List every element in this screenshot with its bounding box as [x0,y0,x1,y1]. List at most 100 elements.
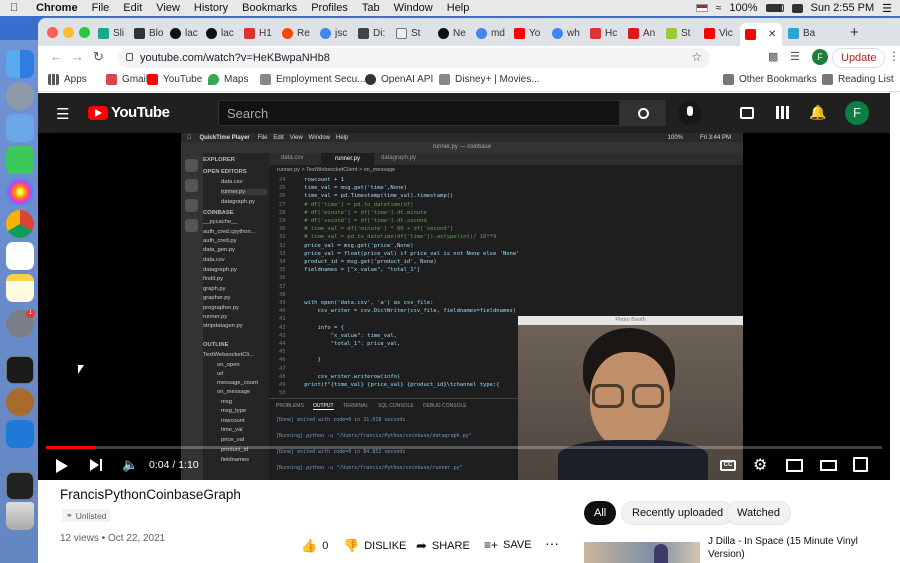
battery-percent[interactable]: 100% [729,2,757,14]
forward-icon[interactable]: → [71,49,84,64]
menu-bookmarks[interactable]: Bookmarks [242,2,297,14]
notes-icon[interactable] [6,274,34,302]
bookmark-reading-list[interactable]: Reading List [822,74,894,85]
menu-tab[interactable]: Tab [362,2,380,14]
notification-icon[interactable]: ☰ [882,2,892,15]
search-button[interactable] [620,100,666,126]
video-frame[interactable]:  QuickTime Player File Edit View Window… [181,133,743,480]
extensions-icon[interactable]: ▩ [768,50,778,63]
new-tab-button[interactable]: + [850,24,859,41]
notifications-bell-icon[interactable]: 🔔 [809,104,826,121]
like-button[interactable]: 👍 0 [301,538,328,554]
minimize-window-button[interactable] [63,27,74,38]
menu-file[interactable]: File [92,2,110,14]
flag-icon[interactable] [695,4,708,12]
tab-16[interactable]: St [666,23,698,44]
update-button[interactable]: Update [832,48,886,68]
tab-9[interactable]: St [396,23,428,44]
menu-view[interactable]: View [156,2,180,14]
control-center-icon[interactable] [791,3,803,13]
terminal-icon[interactable] [6,356,34,384]
tab-13[interactable]: wh [552,23,584,44]
menu-window[interactable]: Window [394,2,433,14]
address-bar[interactable]: youtube.com/watch?v=HeKBwpaNHb8 ☆ [118,48,710,68]
bookmark-apps[interactable]: Apps [48,74,87,85]
bookmark-employment[interactable]: Employment Secu... [260,74,365,85]
bookmark-other[interactable]: Other Bookmarks [723,74,817,85]
fullscreen-icon[interactable] [853,457,868,472]
video-player[interactable]:  QuickTime Player File Edit View Window… [38,133,890,480]
bookmark-openai[interactable]: OpenAI API [365,74,433,85]
microphone-icon[interactable] [678,101,702,125]
bookmark-youtube[interactable]: YouTube [147,74,202,85]
more-actions-button[interactable]: ··· [545,535,559,551]
finder-icon[interactable] [6,50,34,78]
tab-12[interactable]: Yo [514,23,546,44]
dislike-button[interactable]: 👎 DISLIKE [343,538,406,554]
bookmark-disney[interactable]: Disney+ | Movies... [439,74,540,85]
tab-1[interactable]: Sli [98,23,130,44]
menu-dots-icon[interactable]: ⋮ [888,49,900,63]
reload-icon[interactable]: ↻ [93,49,104,65]
reading-list-toolbar-icon[interactable]: ☰ [790,50,800,63]
miniplayer-icon[interactable] [786,459,803,472]
menu-profiles[interactable]: Profiles [311,2,348,14]
youtube-search-input[interactable]: Search [218,100,620,126]
volume-icon[interactable]: 🔈 [122,457,138,473]
tab-10[interactable]: Ne [438,23,470,44]
bookmark-maps[interactable]: Maps [208,74,248,85]
chrome-icon[interactable] [6,210,34,238]
apps-grid-icon[interactable] [776,106,789,119]
next-icon[interactable] [90,459,99,471]
menu-help[interactable]: Help [447,2,470,14]
tab-7[interactable]: jsc [320,23,352,44]
play-icon[interactable] [56,459,68,473]
recommended-title[interactable]: J Dilla - In Space (15 Minute Vinyl Vers… [708,535,868,561]
tab-5[interactable]: H1 [244,23,276,44]
reminders-icon[interactable] [6,242,34,270]
recommended-thumbnail[interactable] [584,542,700,563]
menu-history[interactable]: History [194,2,228,14]
photos-icon[interactable] [6,178,34,206]
tab-8[interactable]: Di: [358,23,390,44]
photo-booth-icon[interactable] [6,388,34,416]
tab-active-youtube[interactable]: ✕ [740,23,782,46]
tab-3[interactable]: lac [170,23,202,44]
close-window-button[interactable] [47,27,58,38]
launchpad-icon[interactable] [6,82,34,110]
captions-icon[interactable]: CC [720,460,736,471]
hamburger-icon[interactable]: ☰ [56,105,69,123]
back-icon[interactable]: ← [50,49,63,64]
chip-recently-uploaded[interactable]: Recently uploaded [621,501,735,525]
share-button[interactable]: ➦ SHARE [416,538,470,554]
tab-6[interactable]: Re [282,23,314,44]
facetime-icon[interactable] [6,146,34,174]
bookmark-gmail[interactable]: Gmail [106,74,148,85]
progress-bar[interactable] [46,446,882,449]
preview-icon[interactable] [6,114,34,142]
wifi-icon[interactable]: ≈ [716,3,722,14]
tab-14[interactable]: Hc [590,23,622,44]
account-avatar[interactable]: F [845,101,869,125]
tab-19[interactable]: Ba [788,23,820,44]
battery-icon[interactable] [765,4,784,12]
trash-icon[interactable] [6,502,34,530]
tab-2[interactable]: Blo [134,23,166,44]
screen-icon[interactable] [6,472,34,500]
apple-icon[interactable]:  [10,2,24,14]
clock[interactable]: Sun 2:55 PM [811,2,875,14]
tab-close-icon[interactable]: ✕ [768,29,776,40]
star-icon[interactable]: ☆ [691,50,702,64]
tab-15[interactable]: An [628,23,660,44]
settings-gear-icon[interactable]: ⚙ [753,455,767,475]
chip-watched[interactable]: Watched [726,501,792,525]
profile-avatar[interactable]: F [812,49,828,65]
theater-mode-icon[interactable] [820,460,837,471]
vscode-icon[interactable] [6,420,34,448]
tab-11[interactable]: md [476,23,508,44]
menu-app-name[interactable]: Chrome [36,2,78,14]
tab-17[interactable]: Vic [704,23,736,44]
zoom-window-button[interactable] [79,27,90,38]
chip-all[interactable]: All [584,501,617,525]
create-video-icon[interactable] [740,107,754,119]
